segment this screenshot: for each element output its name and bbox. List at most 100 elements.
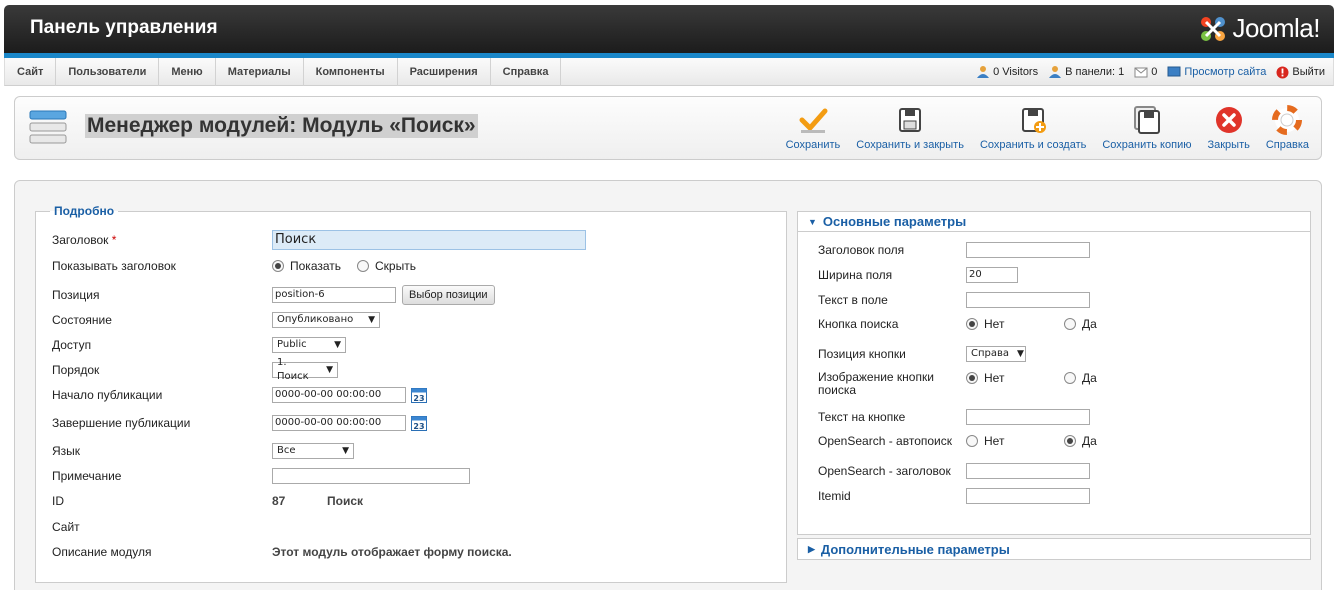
description-value: Этот модуль отображает форму поиска.	[272, 545, 512, 559]
checkmark-icon	[799, 108, 828, 133]
search-button-yes-radio[interactable]: Да	[1064, 317, 1097, 331]
position-input[interactable]: position-6	[272, 287, 396, 303]
button-text-row: Текст на кнопке	[818, 409, 1298, 425]
button-position-select[interactable]: Справа ▼	[966, 346, 1026, 362]
opensearch-label: OpenSearch - автопоиск	[818, 433, 952, 448]
lifebuoy-icon	[1272, 105, 1303, 135]
save-copy-label: Сохранить копию	[1102, 139, 1192, 151]
language-select[interactable]: Все ▼	[272, 443, 354, 459]
select-position-button[interactable]: Выбор позиции	[402, 285, 495, 305]
button-text-input[interactable]	[966, 409, 1090, 425]
itemid-label: Itemid	[818, 488, 851, 503]
search-button-label: Кнопка поиска	[818, 316, 899, 331]
basic-params-toggle[interactable]: ▼ Основные параметры	[798, 212, 1310, 232]
admin-user-icon	[1049, 66, 1062, 78]
width-input[interactable]: 20	[966, 267, 1018, 283]
calendar-icon[interactable]: 23	[411, 387, 427, 403]
order-label: Порядок	[52, 363, 100, 377]
save-copy-button[interactable]: Сохранить копию	[1094, 105, 1199, 151]
order-select[interactable]: 1. Поиск ▼	[272, 357, 338, 382]
show-title-show-radio[interactable]: Показать	[272, 259, 341, 273]
menu-item-content[interactable]: Материалы	[216, 58, 304, 86]
close-icon	[1215, 107, 1242, 133]
menu-item-help[interactable]: Справка	[491, 58, 562, 86]
search-button-no-radio[interactable]: Нет	[966, 317, 1048, 331]
logout-icon	[1276, 66, 1289, 78]
image-button-row: Изображение кнопки поиска Нет Да	[818, 371, 1298, 397]
opensearch-no-radio[interactable]: Нет	[966, 434, 1048, 448]
advanced-params-toggle[interactable]: ▶ Дополнительные параметры	[797, 538, 1311, 560]
itemid-input[interactable]	[966, 488, 1090, 504]
site-label: Сайт	[52, 520, 80, 534]
preview-site-link[interactable]: Просмотр сайта	[1184, 66, 1266, 78]
help-button[interactable]: Справка	[1258, 105, 1317, 151]
text-input[interactable]	[966, 292, 1090, 308]
image-button-no-radio[interactable]: Нет	[966, 371, 1048, 385]
menu-item-users[interactable]: Пользователи	[56, 58, 160, 86]
help-label: Справка	[1265, 139, 1309, 151]
access-row: Доступ Public ▼	[52, 335, 772, 355]
width-label: Ширина поля	[818, 267, 893, 282]
field-label-row: Заголовок поля	[818, 242, 1298, 258]
show-title-hide-radio[interactable]: Скрыть	[357, 259, 416, 273]
opensearch-title-input[interactable]	[966, 463, 1090, 479]
access-select[interactable]: Public ▼	[272, 337, 346, 353]
button-text-label: Текст на кнопке	[818, 409, 906, 424]
publish-up-input[interactable]: 0000-00-00 00:00:00	[272, 387, 406, 403]
save-button[interactable]: Сохранить	[778, 105, 849, 151]
state-label: Состояние	[52, 313, 112, 327]
text-label: Текст в поле	[818, 292, 888, 307]
menu-item-extensions[interactable]: Расширения	[398, 58, 491, 86]
user-icon	[977, 66, 990, 78]
menu-item-components[interactable]: Компоненты	[304, 58, 398, 86]
logout[interactable]: Выйти	[1276, 66, 1325, 79]
menu-item-site[interactable]: Сайт	[5, 58, 57, 86]
close-button[interactable]: Закрыть	[1199, 105, 1257, 151]
id-module-name: Поиск	[327, 494, 364, 508]
toolbar-panel: Менеджер модулей: Модуль «Поиск» Сохрани…	[14, 96, 1322, 160]
field-label-input[interactable]	[966, 242, 1090, 258]
save-new-icon	[1022, 108, 1047, 133]
triangle-right-icon: ▶	[808, 543, 815, 554]
access-label: Доступ	[52, 338, 92, 352]
save-close-icon	[899, 108, 922, 132]
search-button-row: Кнопка поиска Нет Да	[818, 317, 1298, 331]
opensearch-title-row: OpenSearch - заголовок	[818, 463, 1298, 479]
menu-item-menus[interactable]: Меню	[159, 58, 216, 86]
messages-status[interactable]: 0	[1134, 66, 1157, 78]
site-row: Сайт	[52, 517, 772, 537]
status-bar: 0 Visitors В панели: 1 0 Просмотр сайта …	[966, 58, 1325, 86]
logout-label: Выйти	[1292, 66, 1325, 78]
preview-site[interactable]: Просмотр сайта	[1167, 66, 1266, 78]
button-position-label: Позиция кнопки	[818, 346, 906, 361]
save-copy-icon	[1133, 106, 1160, 134]
save-close-label: Сохранить и закрыть	[856, 139, 964, 151]
note-row: Примечание	[52, 466, 772, 486]
note-input[interactable]	[272, 468, 470, 484]
main-menu: Сайт Пользователи Меню Материалы Компоне…	[5, 58, 562, 86]
advanced-params-heading: Дополнительные параметры	[820, 541, 1010, 557]
close-label: Закрыть	[1207, 139, 1250, 151]
save-close-button[interactable]: Сохранить и закрыть	[848, 105, 972, 151]
button-position-row: Позиция кнопки Справа ▼	[818, 346, 1298, 362]
mail-icon	[1134, 67, 1148, 78]
calendar-icon[interactable]: 23	[411, 415, 427, 431]
page-title: Менеджер модулей: Модуль «Поиск»	[85, 114, 478, 138]
admins-count: В панели: 1	[1065, 66, 1125, 78]
language-label: Язык	[52, 444, 81, 458]
image-button-yes-radio[interactable]: Да	[1064, 371, 1097, 385]
save-new-button[interactable]: Сохранить и создать	[972, 105, 1094, 151]
title-input[interactable]: Поиск	[272, 230, 586, 250]
joomla-logo: Joomla!	[1198, 13, 1320, 44]
title-row: Заголовок * Поиск	[52, 230, 772, 250]
state-select[interactable]: Опубликовано ▼	[272, 312, 380, 328]
position-row: Позиция position-6 Выбор позиции	[52, 285, 772, 305]
note-label: Примечание	[52, 469, 122, 483]
position-label: Позиция	[52, 288, 100, 302]
logo-text: Joomla!	[1232, 13, 1320, 43]
description-row: Описание модуля Этот модуль отображает ф…	[52, 542, 772, 562]
publish-down-input[interactable]: 0000-00-00 00:00:00	[272, 415, 406, 431]
field-label-label: Заголовок поля	[818, 242, 905, 257]
opensearch-yes-radio[interactable]: Да	[1064, 434, 1097, 448]
svg-text:23: 23	[413, 422, 424, 431]
